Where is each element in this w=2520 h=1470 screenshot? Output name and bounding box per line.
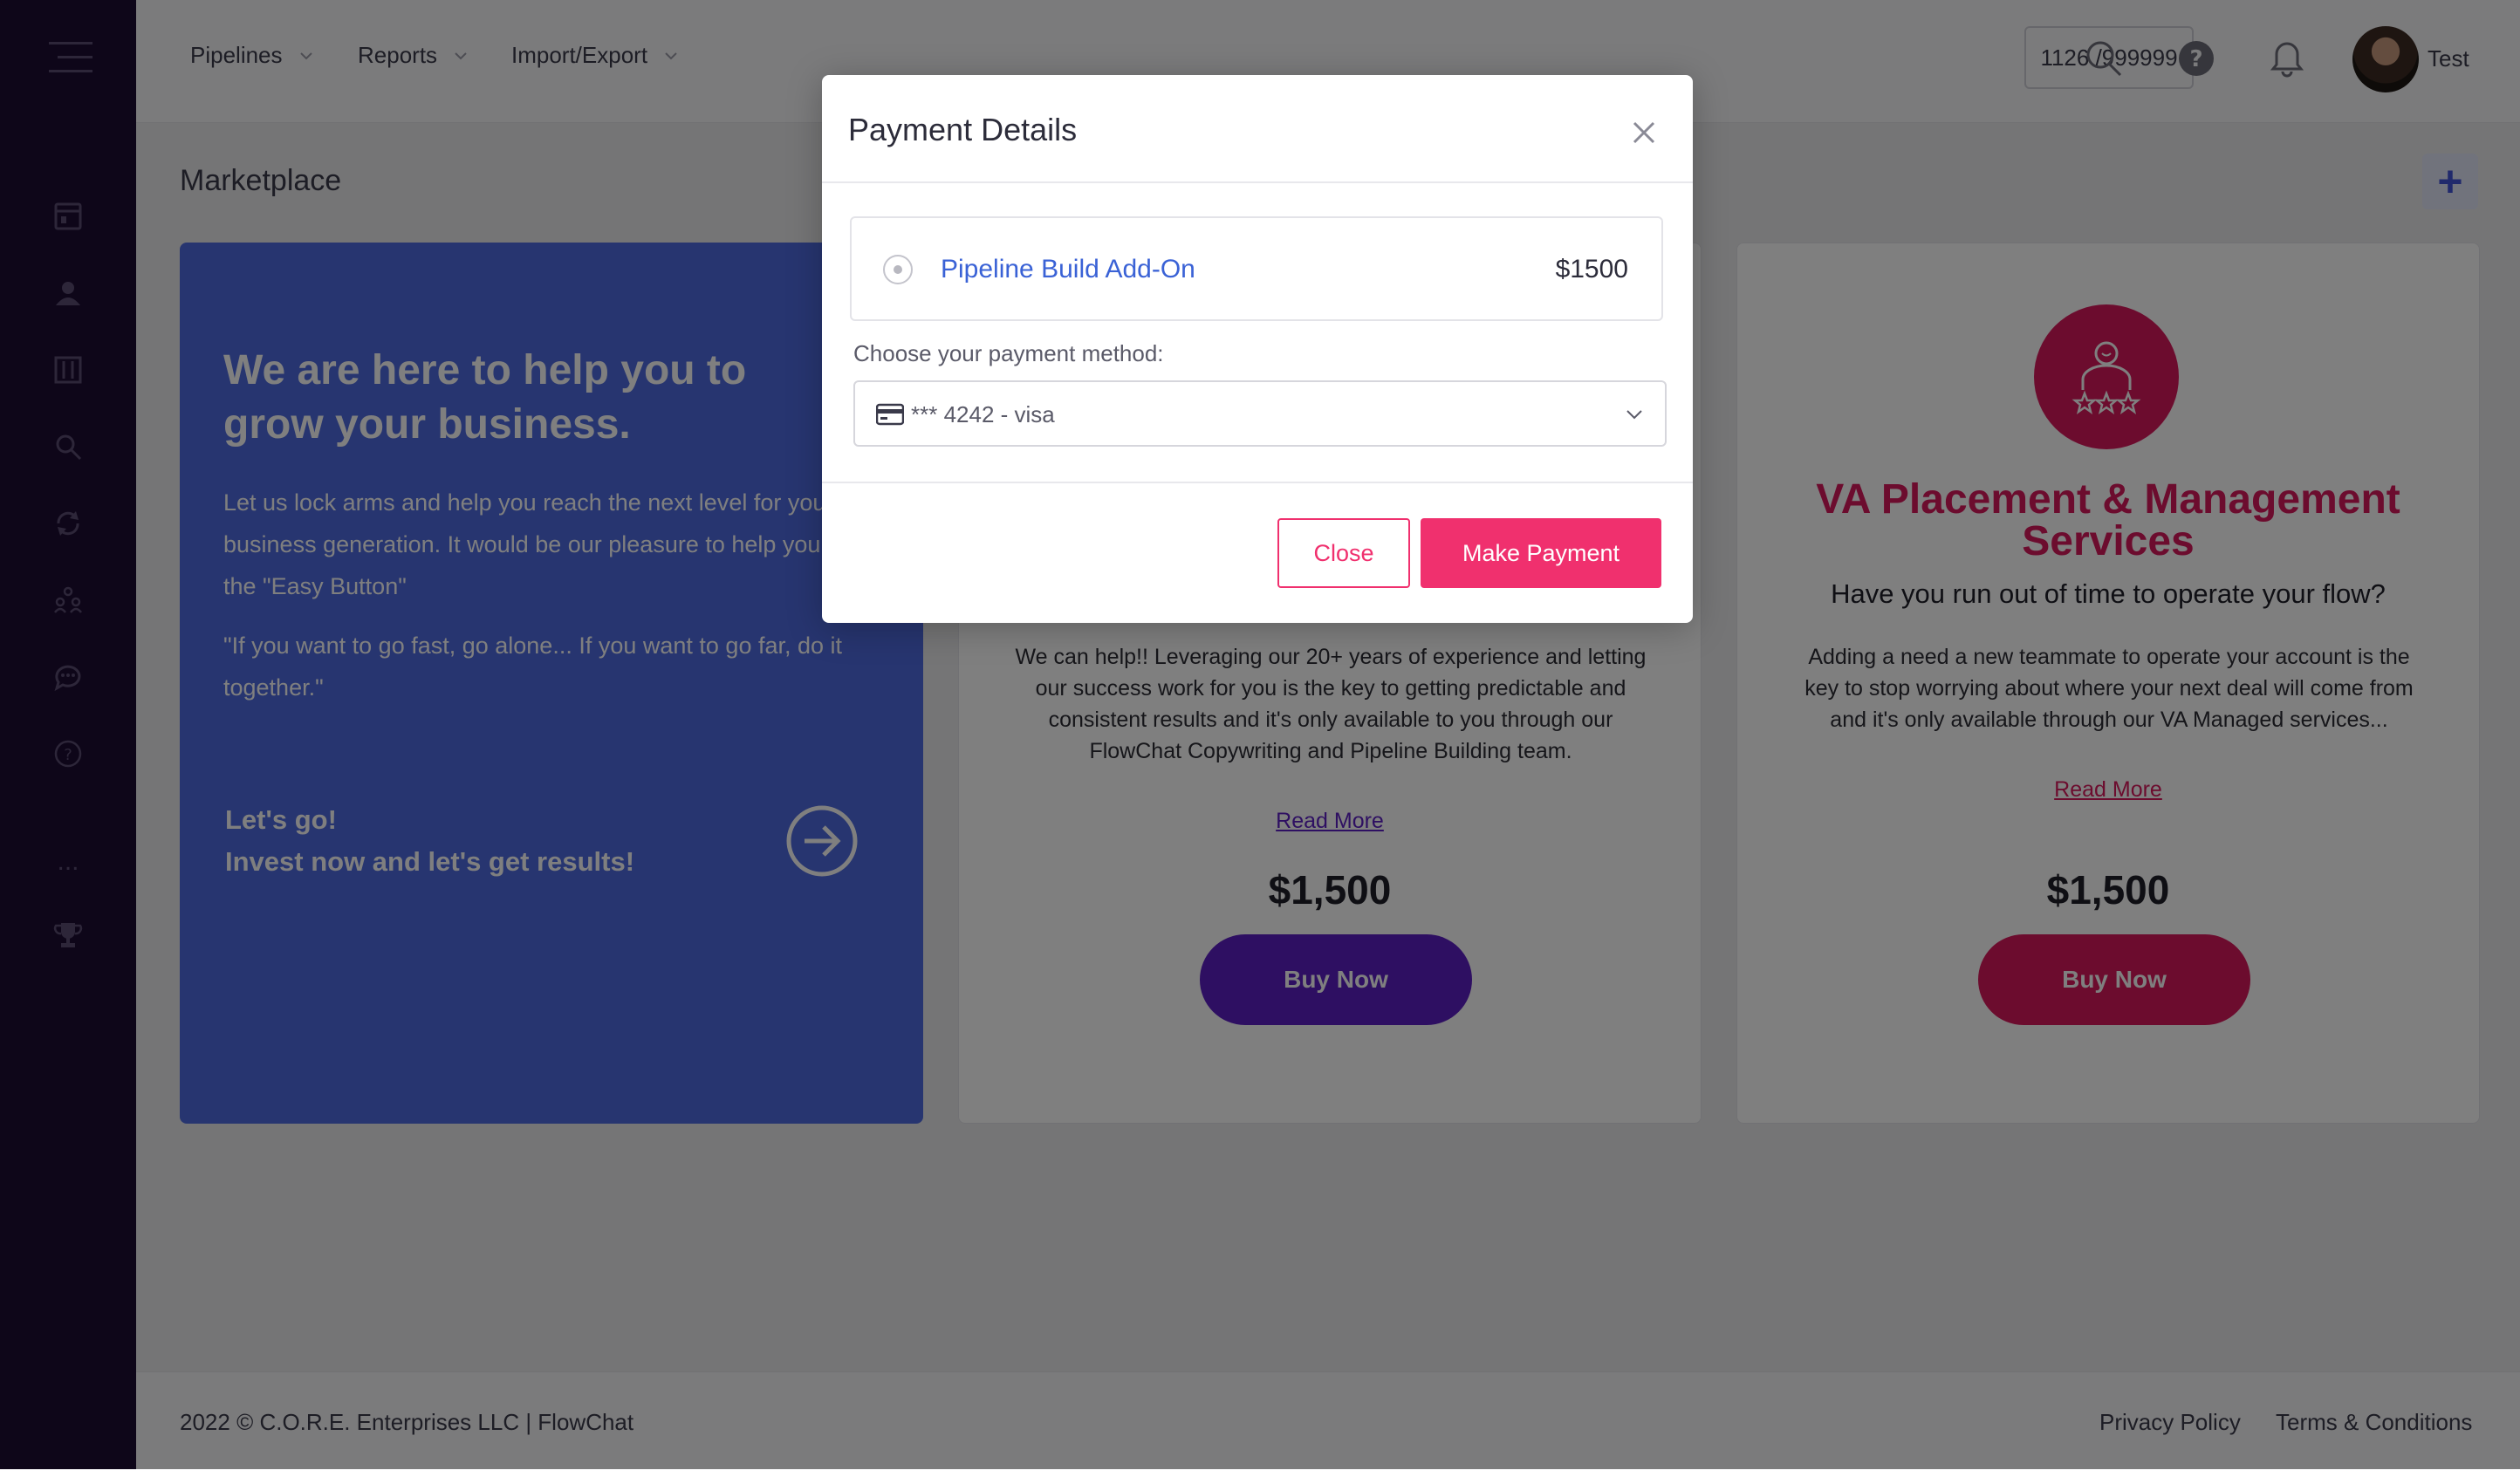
credit-card-icon: [876, 403, 904, 426]
payment-modal: Payment Details Pipeline Build Add-On $1…: [822, 75, 1693, 623]
product-option[interactable]: Pipeline Build Add-On $1500: [850, 216, 1663, 321]
modal-header-divider: [822, 181, 1693, 183]
close-icon[interactable]: [1626, 115, 1661, 150]
product-price: $1500: [1555, 255, 1628, 284]
product-radio[interactable]: [883, 255, 913, 284]
modal-title: Payment Details: [848, 112, 1078, 147]
payment-method-select[interactable]: *** 4242 - visa: [853, 380, 1667, 447]
product-name: Pipeline Build Add-On: [941, 255, 1195, 284]
make-payment-button[interactable]: Make Payment: [1421, 518, 1661, 588]
chevron-down-icon: [1626, 410, 1642, 420]
payment-method-label: Choose your payment method:: [853, 340, 1164, 366]
payment-method-value: *** 4242 - visa: [911, 401, 1055, 427]
close-button[interactable]: Close: [1277, 518, 1410, 588]
modal-footer-divider: [822, 482, 1693, 483]
